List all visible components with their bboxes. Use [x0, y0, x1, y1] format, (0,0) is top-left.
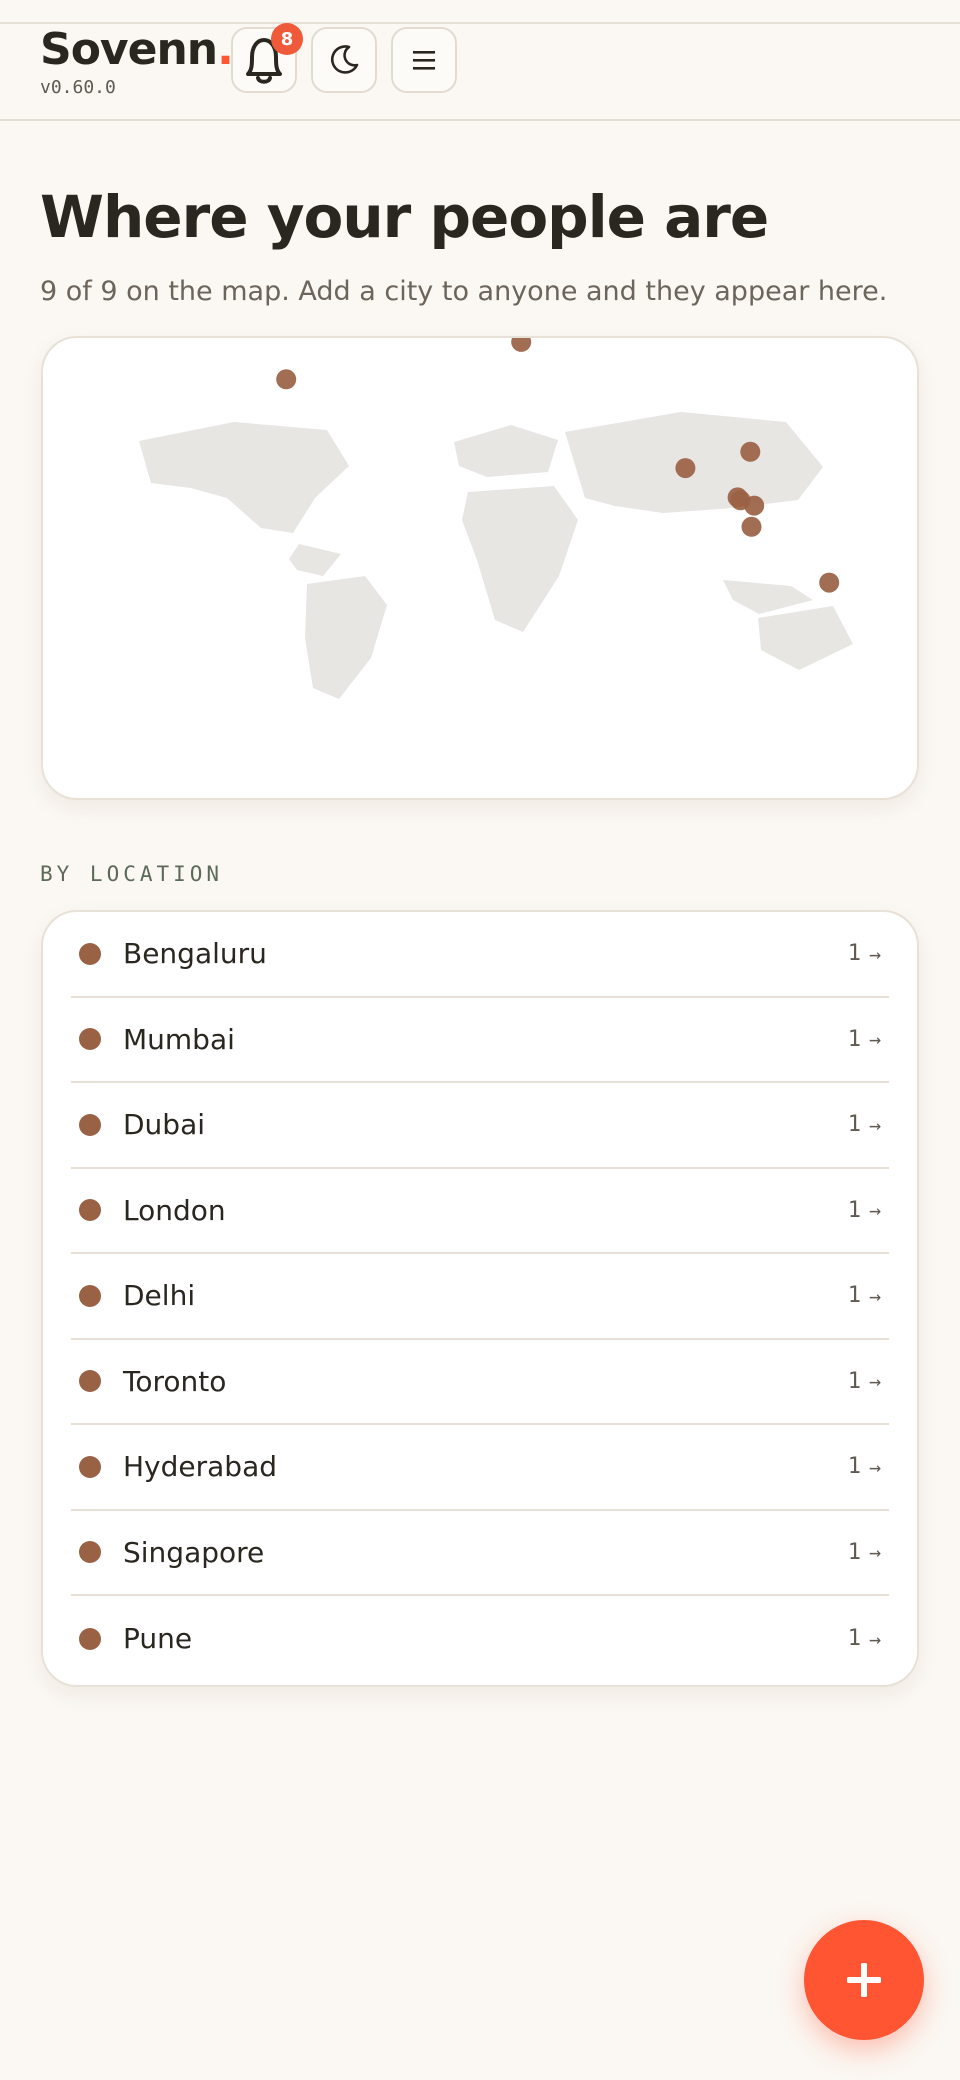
location-count: 1 [847, 1368, 861, 1394]
location-name: Pune [123, 1622, 193, 1656]
land-africa [462, 486, 578, 632]
land-south-america [305, 576, 387, 699]
location-row-bengaluru[interactable]: Bengaluru 1 → [71, 912, 889, 998]
people-map[interactable] [41, 336, 919, 800]
location-dot [79, 1627, 101, 1650]
land-north-america [139, 422, 349, 533]
brand-name: Sovenn. [40, 24, 234, 75]
location-count: 1 [847, 1626, 861, 1652]
arrow-right-icon: → [868, 1540, 881, 1565]
location-name: Singapore [123, 1535, 265, 1569]
location-dot [79, 1028, 101, 1051]
land-europe [454, 425, 558, 477]
map-marker-toronto[interactable] [276, 369, 297, 390]
arrow-right-icon: → [868, 1027, 881, 1052]
app-header: Sovenn. v0.60.0 8 [0, 23, 960, 121]
location-row-london[interactable]: London 1 → [71, 1169, 889, 1254]
arrow-right-icon: → [868, 1369, 881, 1394]
land-australia [758, 606, 853, 670]
land-asia [565, 412, 823, 513]
location-count: 1 [847, 1283, 861, 1309]
location-name: Bengaluru [123, 937, 267, 971]
location-name: London [123, 1193, 226, 1227]
map-marker-dubai[interactable] [675, 458, 696, 479]
location-row-mumbai[interactable]: Mumbai 1 → [71, 998, 889, 1083]
location-name: Mumbai [123, 1022, 235, 1056]
map-marker-hyderabad[interactable] [744, 495, 765, 516]
notifications-button[interactable]: 8 [231, 23, 303, 93]
map-marker-singapore[interactable] [819, 572, 840, 593]
brand[interactable]: Sovenn. v0.60.0 [40, 24, 234, 98]
location-dot [79, 1541, 101, 1564]
page-subtitle: 9 of 9 on the map. Add a city to anyone … [40, 276, 888, 307]
arrow-right-icon: → [868, 1112, 881, 1137]
location-name: Toronto [123, 1364, 227, 1398]
location-row-hyderabad[interactable]: Hyderabad 1 → [71, 1425, 889, 1511]
theme-toggle-button[interactable] [311, 27, 377, 93]
plus-icon [847, 1963, 881, 1997]
location-dot [79, 1113, 101, 1136]
moon-icon [330, 45, 359, 74]
location-row-toronto[interactable]: Toronto 1 → [71, 1340, 889, 1425]
notifications-badge: 8 [271, 23, 303, 55]
arrow-right-icon: → [868, 1626, 881, 1651]
location-name: Dubai [123, 1108, 206, 1142]
location-count: 1 [847, 941, 861, 967]
page-title: Where your people are [40, 183, 769, 251]
map-marker-delhi[interactable] [740, 441, 761, 462]
location-dot [79, 1199, 101, 1222]
land-central-america [289, 544, 341, 576]
location-count: 1 [847, 1197, 861, 1223]
location-name: Hyderabad [123, 1450, 277, 1484]
location-row-singapore[interactable]: Singapore 1 → [71, 1511, 889, 1596]
location-row-pune[interactable]: Pune 1 → [71, 1596, 889, 1682]
location-count: 1 [847, 1112, 861, 1138]
location-count: 1 [847, 1454, 861, 1480]
location-name: Delhi [123, 1279, 196, 1313]
location-dot [79, 1370, 101, 1393]
location-dot [79, 1284, 101, 1307]
land-southeast-asia [723, 580, 813, 614]
arrow-right-icon: → [868, 941, 881, 966]
location-dot [79, 942, 101, 965]
location-count: 1 [847, 1026, 861, 1052]
arrow-right-icon: → [868, 1198, 881, 1223]
map-marker-london[interactable] [511, 338, 532, 352]
world-map [139, 338, 853, 699]
location-count: 1 [847, 1539, 861, 1565]
map-marker-bengaluru[interactable] [741, 516, 762, 537]
add-person-button[interactable] [804, 1920, 924, 2040]
location-row-dubai[interactable]: Dubai 1 → [71, 1083, 889, 1169]
menu-button[interactable] [391, 27, 457, 93]
location-row-delhi[interactable]: Delhi 1 → [71, 1254, 889, 1340]
location-list: Bengaluru 1 → Mumbai 1 → Dubai 1 → London 1 → Delhi 1… [41, 910, 919, 1687]
hamburger-menu-icon [413, 51, 435, 70]
arrow-right-icon: → [868, 1454, 881, 1479]
app-version: v0.60.0 [40, 77, 116, 98]
location-dot [79, 1455, 101, 1478]
arrow-right-icon: → [868, 1283, 881, 1308]
section-label-by-location: BY LOCATION [40, 862, 224, 886]
